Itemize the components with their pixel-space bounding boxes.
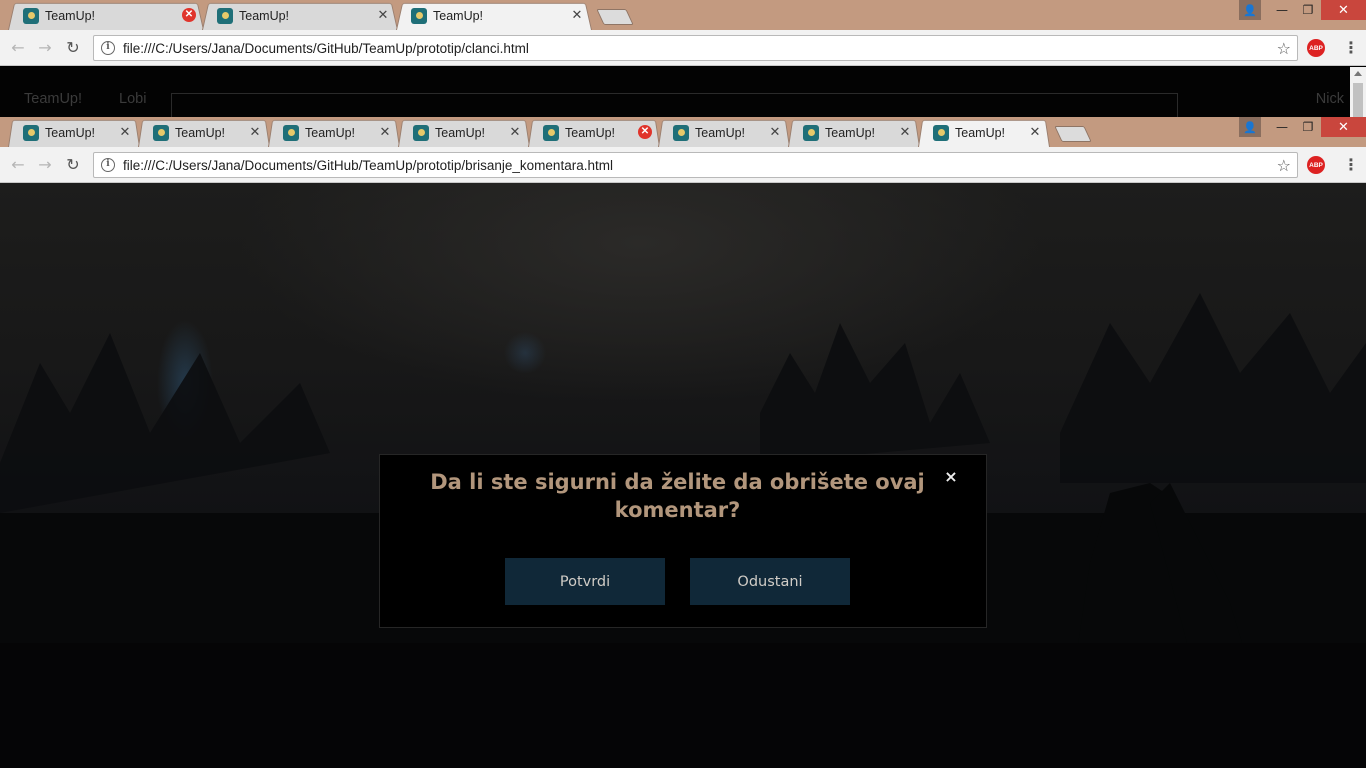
back-arrow-icon[interactable]: ←	[8, 38, 28, 58]
window-controls: 👤 — ❐ ✕	[1239, 117, 1366, 139]
tab-title: TeamUp!	[239, 8, 290, 23]
scrollbar[interactable]	[1350, 67, 1366, 117]
adblock-plus-icon[interactable]: ABP	[1307, 156, 1325, 174]
tab-close-icon[interactable]: ✕	[570, 8, 584, 22]
tab-strip: TeamUp! ✕ TeamUp! ✕ TeamUp! ✕	[8, 1, 630, 30]
profile-icon[interactable]: 👤	[1239, 117, 1261, 137]
scrollbar-thumb[interactable]	[1353, 83, 1363, 117]
tab-title: TeamUp!	[45, 8, 96, 23]
minimize-button[interactable]: —	[1269, 117, 1295, 137]
window-controls: 👤 — ❐ ✕	[1239, 0, 1366, 22]
tab-title: TeamUp!	[433, 8, 484, 23]
dialog-title: Da li ste sigurni da želite da obrišete …	[430, 470, 925, 522]
restore-button[interactable]: ❐	[1295, 0, 1321, 20]
teamup-favicon-icon	[23, 124, 39, 141]
browser-toolbar: ← → ↻ i file:///C:/Users/Jana/Documents/…	[0, 30, 1366, 66]
url-text[interactable]: file:///C:/Users/Jana/Documents/GitHub/T…	[123, 41, 529, 56]
tab-close-icon[interactable]: ✕	[376, 8, 390, 22]
tab-active[interactable]: TeamUp! ✕	[918, 118, 1050, 147]
tab-title: TeamUp!	[435, 125, 486, 140]
tab-close-icon[interactable]: ✕	[898, 125, 912, 139]
tab-close-icon[interactable]: ✕	[182, 8, 196, 22]
reload-icon[interactable]: ↻	[63, 38, 83, 58]
scroll-up-arrow-icon[interactable]	[1354, 71, 1362, 76]
title-bar: TeamUp! ✕ TeamUp! ✕ TeamUp! ✕ 👤 — ❐ ✕	[0, 0, 1366, 30]
tab[interactable]: TeamUp! ✕	[8, 118, 140, 147]
bookmark-star-icon[interactable]: ☆	[1277, 39, 1291, 58]
tab[interactable]: TeamUp! ✕	[268, 118, 400, 147]
address-bar[interactable]: i file:///C:/Users/Jana/Documents/GitHub…	[93, 35, 1298, 61]
tab[interactable]: TeamUp! ✕	[8, 1, 204, 30]
tab-title: TeamUp!	[825, 125, 876, 140]
url-text[interactable]: file:///C:/Users/Jana/Documents/GitHub/T…	[123, 158, 613, 173]
adblock-plus-icon[interactable]: ABP	[1307, 39, 1325, 57]
tab-title: TeamUp!	[565, 125, 616, 140]
teamup-favicon-icon	[673, 124, 689, 141]
restore-button[interactable]: ❐	[1295, 117, 1321, 137]
minimize-button[interactable]: —	[1269, 0, 1295, 20]
teamup-favicon-icon	[543, 124, 559, 141]
teamup-favicon-icon	[413, 124, 429, 141]
back-arrow-icon[interactable]: ←	[8, 155, 28, 175]
confirm-button[interactable]: Potvrdi	[505, 558, 665, 605]
tab-close-icon[interactable]: ✕	[1028, 125, 1042, 139]
tab-active[interactable]: TeamUp! ✕	[396, 1, 592, 30]
tab[interactable]: TeamUp! ✕	[528, 118, 660, 147]
tab-close-icon[interactable]: ✕	[118, 125, 132, 139]
profile-icon[interactable]: 👤	[1239, 0, 1261, 20]
browser-menu-icon[interactable]: ⋮	[1343, 38, 1359, 58]
teamup-favicon-icon	[411, 7, 427, 24]
teamup-favicon-icon	[933, 124, 949, 141]
forward-arrow-icon[interactable]: →	[35, 155, 55, 175]
new-tab-button[interactable]	[600, 9, 630, 25]
close-window-button[interactable]: ✕	[1321, 117, 1366, 137]
tab-close-icon[interactable]: ✕	[768, 125, 782, 139]
tab[interactable]: TeamUp! ✕	[658, 118, 790, 147]
info-icon[interactable]: i	[101, 158, 115, 172]
tab-title: TeamUp!	[695, 125, 746, 140]
tab[interactable]: TeamUp! ✕	[138, 118, 270, 147]
search-box[interactable]	[171, 93, 1178, 117]
teamup-favicon-icon	[23, 7, 39, 24]
nav-link-lobi[interactable]: Lobi	[119, 91, 146, 107]
cancel-button[interactable]: Odustani	[690, 558, 850, 605]
close-window-button[interactable]: ✕	[1321, 0, 1366, 20]
teamup-favicon-icon	[217, 7, 233, 24]
tab-close-icon[interactable]: ✕	[378, 125, 392, 139]
title-bar: TeamUp! ✕ TeamUp! ✕ TeamUp! ✕ TeamUp! ✕ …	[0, 117, 1366, 147]
new-tab-button[interactable]	[1058, 126, 1088, 142]
tab-title: TeamUp!	[305, 125, 356, 140]
browser-window-back: TeamUp! ✕ TeamUp! ✕ TeamUp! ✕ 👤 — ❐ ✕ ← …	[0, 0, 1366, 117]
browser-toolbar: ← → ↻ i file:///C:/Users/Jana/Documents/…	[0, 147, 1366, 183]
bookmark-star-icon[interactable]: ☆	[1277, 156, 1291, 175]
info-icon[interactable]: i	[101, 41, 115, 55]
tab-close-icon[interactable]: ✕	[248, 125, 262, 139]
reload-icon[interactable]: ↻	[63, 155, 83, 175]
user-nick[interactable]: Nick	[1316, 91, 1344, 107]
delete-comment-dialog: Da li ste sigurni da želite da obrišete …	[379, 454, 987, 628]
tab[interactable]: TeamUp! ✕	[398, 118, 530, 147]
browser-menu-icon[interactable]: ⋮	[1343, 155, 1359, 175]
forward-arrow-icon[interactable]: →	[35, 38, 55, 58]
tab-title: TeamUp!	[175, 125, 226, 140]
tab[interactable]: TeamUp! ✕	[202, 1, 398, 30]
brand-link[interactable]: TeamUp!	[24, 91, 82, 107]
tab-close-icon[interactable]: ✕	[638, 125, 652, 139]
address-bar[interactable]: i file:///C:/Users/Jana/Documents/GitHub…	[93, 152, 1298, 178]
tab-title: TeamUp!	[45, 125, 96, 140]
tab-close-icon[interactable]: ✕	[508, 125, 522, 139]
teamup-favicon-icon	[803, 124, 819, 141]
dialog-close-icon[interactable]: ×	[943, 468, 959, 486]
tab[interactable]: TeamUp! ✕	[788, 118, 920, 147]
tab-title: TeamUp!	[955, 125, 1006, 140]
page-background: Da li ste sigurni da želite da obrišete …	[0, 183, 1366, 768]
tab-strip: TeamUp! ✕ TeamUp! ✕ TeamUp! ✕ TeamUp! ✕ …	[8, 118, 1088, 147]
teamup-favicon-icon	[283, 124, 299, 141]
teamup-favicon-icon	[153, 124, 169, 141]
browser-window-front: TeamUp! ✕ TeamUp! ✕ TeamUp! ✕ TeamUp! ✕ …	[0, 117, 1366, 768]
page-navbar: TeamUp! Lobi Nick	[0, 67, 1366, 117]
